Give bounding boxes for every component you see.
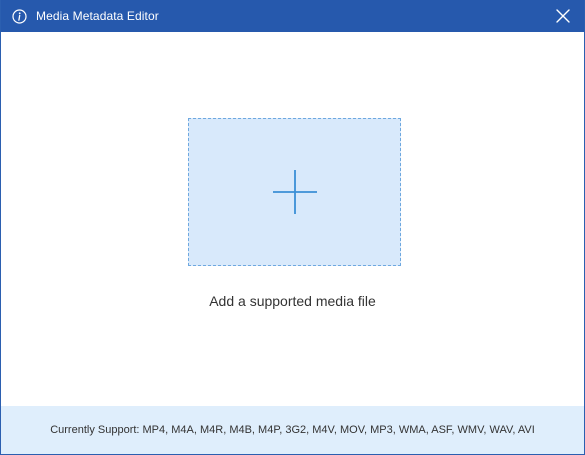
close-icon	[556, 9, 570, 23]
title-bar: Media Metadata Editor	[1, 0, 584, 32]
window-title: Media Metadata Editor	[36, 9, 159, 23]
add-media-label: Add a supported media file	[209, 293, 376, 309]
support-footer: Currently Support: MP4, M4A, M4R, M4B, M…	[1, 406, 584, 454]
info-icon	[12, 8, 27, 24]
add-media-drop-zone[interactable]	[188, 118, 401, 266]
supported-formats-text: Currently Support: MP4, M4A, M4R, M4B, M…	[50, 424, 535, 436]
media-metadata-editor-window: Media Metadata Editor Add a supported me…	[0, 0, 585, 455]
close-button[interactable]	[555, 8, 571, 24]
plus-icon	[273, 170, 317, 214]
